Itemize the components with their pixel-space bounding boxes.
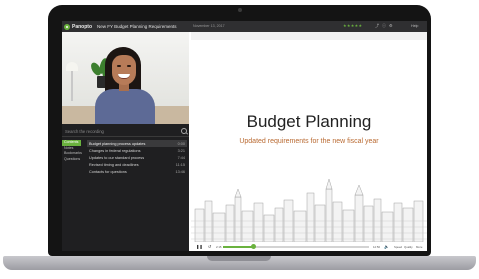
search-icon[interactable] bbox=[181, 128, 187, 134]
help-button[interactable]: Help bbox=[411, 24, 418, 28]
slide-header-band bbox=[191, 32, 427, 40]
presenter-video[interactable] bbox=[62, 32, 189, 124]
search-bar[interactable]: Search the recording bbox=[62, 126, 189, 137]
tab-bookmarks[interactable]: Bookmarks bbox=[62, 151, 82, 157]
contents-list: Budget planning process updates 0:00 Cha… bbox=[87, 140, 187, 175]
tab-contents[interactable]: Contents bbox=[62, 140, 81, 146]
slide-subtitle: Updated requirements for the new fiscal … bbox=[239, 138, 379, 145]
seek-bar[interactable] bbox=[223, 244, 369, 249]
speed-button[interactable]: Speed bbox=[394, 245, 402, 249]
share-icon[interactable]: ⤴ bbox=[375, 23, 379, 29]
play-pause-icon[interactable]: ❚❚ bbox=[196, 244, 203, 249]
brand-name: Panopto bbox=[72, 23, 92, 30]
contents-item[interactable]: Revised timing and deadlines 11:15 bbox=[87, 161, 187, 168]
contents-item-time: 7:44 bbox=[177, 155, 185, 160]
city-skyline-illustration bbox=[191, 178, 427, 242]
seek-progress bbox=[223, 246, 254, 248]
laptop-notch bbox=[207, 256, 271, 261]
panopto-viewer: Panopto New FY Budget Planning Requireme… bbox=[62, 21, 427, 251]
contents-item-title: Revised timing and deadlines bbox=[89, 162, 139, 167]
search-input[interactable]: Search the recording bbox=[65, 129, 104, 134]
contents-item-time: 13:46 bbox=[175, 169, 185, 174]
tab-questions[interactable]: Questions bbox=[62, 157, 81, 163]
contents-item-time: 11:15 bbox=[175, 162, 185, 167]
presenter-face bbox=[112, 55, 136, 85]
contents-item-title: Contacts for questions bbox=[89, 169, 127, 174]
top-bar: Panopto New FY Budget Planning Requireme… bbox=[62, 21, 427, 32]
contents-item-time: 0:00 bbox=[177, 141, 185, 146]
info-icon[interactable]: ⓘ bbox=[382, 23, 386, 29]
settings-icon[interactable]: ⚙ bbox=[389, 23, 393, 29]
contents-item[interactable]: Budget planning process updates 0:00 bbox=[87, 140, 187, 147]
panopto-logo-icon bbox=[64, 23, 70, 30]
remaining-time: 12:50 bbox=[373, 245, 380, 249]
webcam-dot bbox=[238, 8, 242, 12]
presenter-torso bbox=[95, 89, 155, 124]
slide-area[interactable]: Budget Planning Updated requirements for… bbox=[191, 32, 427, 242]
seek-handle[interactable] bbox=[251, 244, 257, 249]
contents-item-title: Updates to our standard process bbox=[89, 155, 145, 160]
lamp-pole bbox=[71, 71, 73, 101]
contents-item-time: 3:21 bbox=[177, 148, 185, 153]
player-controls: ❚❚ ↺ 2:15 12:50 🔈 Speed Quality More bbox=[191, 242, 427, 251]
quality-button[interactable]: Quality bbox=[404, 245, 413, 249]
slide-title: Budget Planning bbox=[246, 112, 372, 131]
rewind-icon[interactable]: ↺ bbox=[208, 244, 211, 249]
volume-icon[interactable]: 🔈 bbox=[384, 244, 389, 249]
sidebar-nav: Contents Notes Bookmarks Questions bbox=[62, 140, 82, 163]
topbar-actions: ⤴ ⓘ ⚙ bbox=[375, 23, 393, 29]
contents-item-title: Budget planning process updates bbox=[89, 141, 146, 146]
lamp-shade bbox=[66, 62, 78, 71]
contents-item-title: Changes in federal regulations bbox=[89, 148, 141, 153]
session-date: November 13, 2017 bbox=[193, 24, 225, 28]
rating-stars[interactable]: ★★★★★ bbox=[343, 23, 362, 28]
contents-item[interactable]: Updates to our standard process 7:44 bbox=[87, 154, 187, 161]
brand[interactable]: Panopto bbox=[64, 23, 92, 30]
contents-item[interactable]: Contacts for questions 13:46 bbox=[87, 168, 187, 175]
session-title: New FY Budget Planning Requirements bbox=[97, 24, 177, 29]
elapsed-time: 2:15 bbox=[216, 245, 222, 249]
presenter-eye bbox=[127, 65, 131, 67]
sidebar: Search the recording Contents Notes Book… bbox=[62, 32, 189, 251]
contents-item[interactable]: Changes in federal regulations 3:21 bbox=[87, 147, 187, 154]
presenter-eye bbox=[117, 65, 121, 67]
more-button[interactable]: More bbox=[416, 245, 422, 249]
